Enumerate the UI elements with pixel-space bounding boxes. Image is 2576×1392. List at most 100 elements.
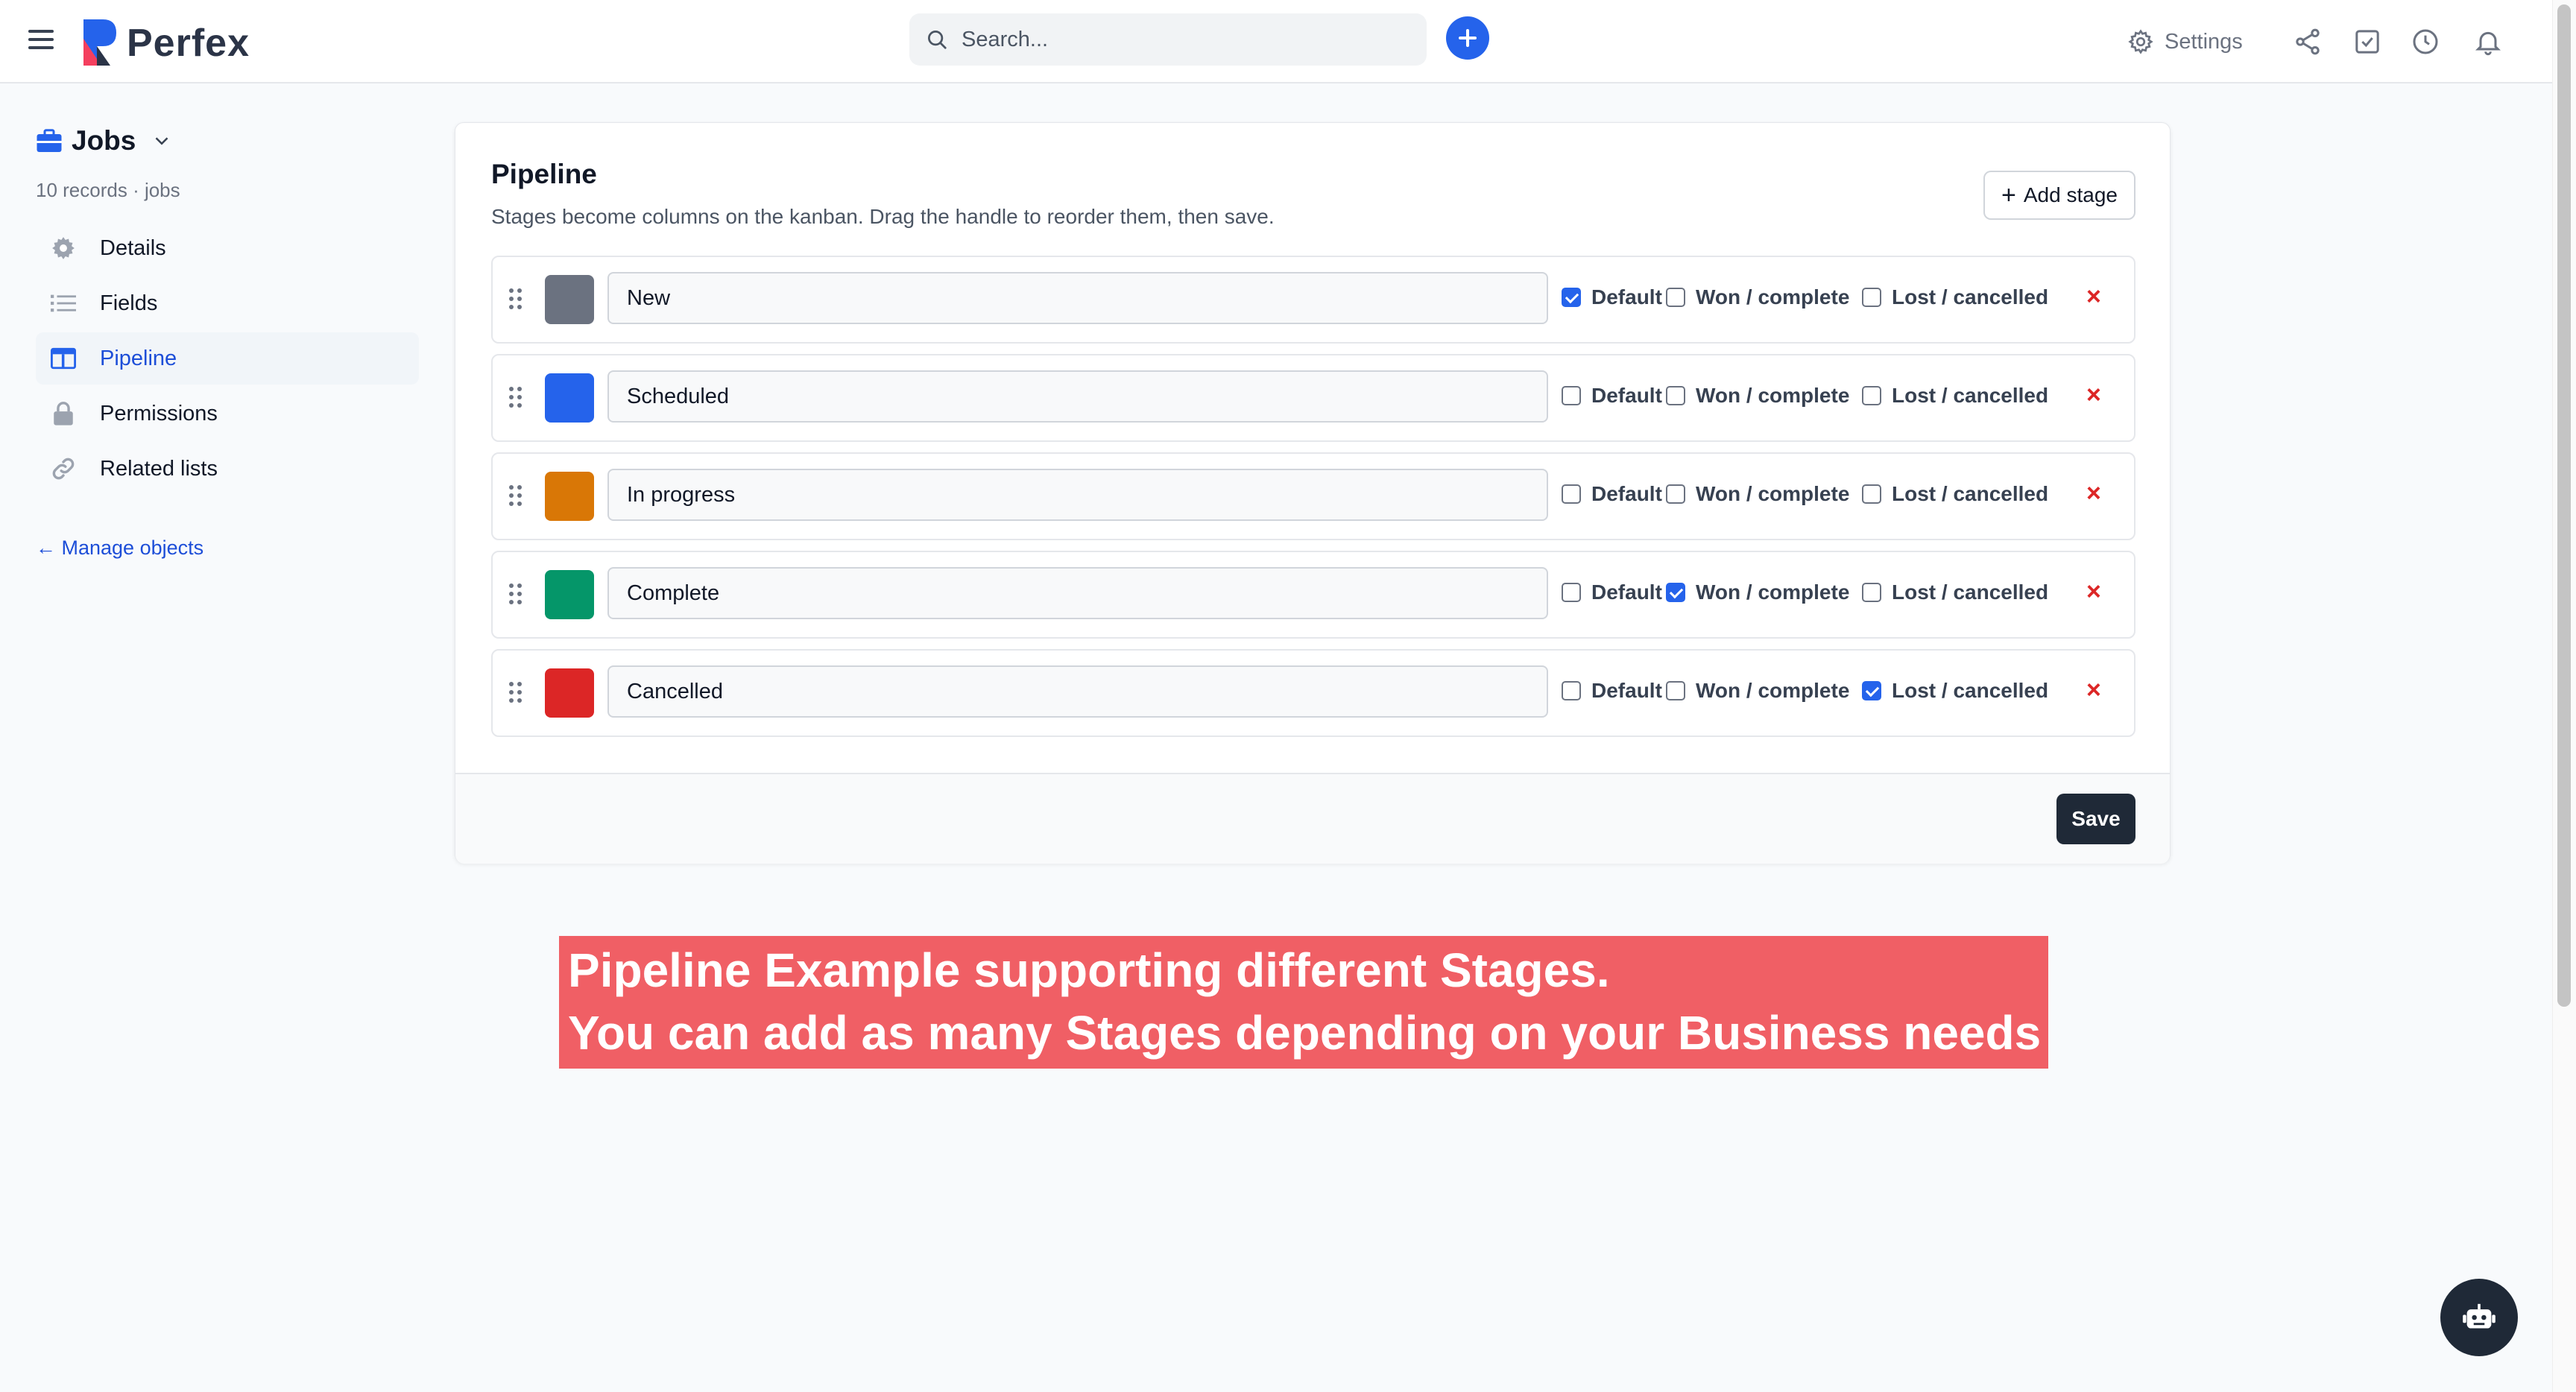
stage-name-input[interactable]: [607, 665, 1548, 718]
object-switcher[interactable]: Jobs: [36, 125, 173, 156]
board-icon: [49, 344, 78, 373]
chatbot-button[interactable]: [2440, 1279, 2518, 1356]
sidebar-item-related-lists[interactable]: Related lists: [36, 443, 419, 495]
lost-checkbox[interactable]: Lost / cancelled: [1862, 285, 2048, 309]
search-input[interactable]: [962, 13, 1409, 66]
sidebar-item-label: Details: [100, 235, 166, 260]
manage-objects-link[interactable]: ← Manage objects: [36, 537, 203, 560]
drag-handle-icon[interactable]: [509, 288, 523, 311]
lost-checkbox[interactable]: Lost / cancelled: [1862, 482, 2048, 506]
logo-icon[interactable]: [80, 16, 118, 69]
default-checkbox[interactable]: Default: [1562, 679, 1662, 703]
checkbox-label: Lost / cancelled: [1892, 384, 2049, 407]
stage-color-swatch[interactable]: [545, 373, 594, 423]
stage-name-input[interactable]: [607, 272, 1548, 324]
checkbox[interactable]: [1862, 386, 1881, 405]
checkbox[interactable]: [1666, 386, 1685, 405]
won-checkbox[interactable]: Won / complete: [1666, 580, 1849, 604]
stage-row: Default Won / complete Lost / cancelled …: [491, 649, 2135, 737]
share-icon[interactable]: [2293, 27, 2323, 57]
app-name[interactable]: Perfex: [127, 21, 250, 66]
stage-name-input[interactable]: [607, 469, 1548, 521]
checkbox-label: Won / complete: [1696, 285, 1850, 309]
sidebar-item-permissions[interactable]: Permissions: [36, 387, 419, 440]
checkbox-label: Won / complete: [1696, 679, 1850, 702]
stage-color-swatch[interactable]: [545, 472, 594, 521]
remove-stage-icon[interactable]: ×: [2086, 381, 2101, 410]
stage-row: Default Won / complete Lost / cancelled …: [491, 354, 2135, 442]
lost-checkbox[interactable]: Lost / cancelled: [1862, 384, 2048, 408]
checkbox-label: Default: [1591, 482, 1662, 505]
drag-handle-icon[interactable]: [509, 387, 523, 409]
won-checkbox[interactable]: Won / complete: [1666, 285, 1849, 309]
lost-checkbox[interactable]: Lost / cancelled: [1862, 580, 2048, 604]
remove-stage-icon[interactable]: ×: [2086, 578, 2101, 607]
clock-icon[interactable]: [2411, 27, 2440, 57]
settings-link[interactable]: Settings: [2127, 25, 2243, 58]
checkbox[interactable]: [1562, 681, 1581, 700]
default-checkbox[interactable]: Default: [1562, 384, 1662, 408]
stage-name-input[interactable]: [607, 567, 1548, 619]
stage-color-swatch[interactable]: [545, 668, 594, 718]
stage-color-swatch[interactable]: [545, 275, 594, 324]
search-icon: [928, 31, 947, 49]
remove-stage-icon[interactable]: ×: [2086, 479, 2101, 508]
default-checkbox[interactable]: Default: [1562, 482, 1662, 506]
lost-checkbox[interactable]: Lost / cancelled: [1862, 679, 2048, 703]
checkbox[interactable]: [1862, 681, 1881, 700]
drag-handle-icon[interactable]: [509, 485, 523, 507]
menu-icon[interactable]: [28, 30, 54, 52]
sidebar-item-fields[interactable]: Fields: [36, 277, 419, 329]
bell-icon[interactable]: [2473, 27, 2503, 57]
sidebar-item-label: Fields: [100, 291, 158, 315]
search-box[interactable]: [909, 13, 1427, 66]
checkbox[interactable]: [1666, 681, 1685, 700]
stage-name-input[interactable]: [607, 370, 1548, 423]
checkbox-label: Won / complete: [1696, 384, 1850, 407]
default-checkbox[interactable]: Default: [1562, 285, 1662, 309]
checkbox-label: Default: [1591, 384, 1662, 407]
drag-handle-icon[interactable]: [509, 682, 523, 704]
add-stage-button[interactable]: + Add stage: [1983, 171, 2135, 220]
checkbox[interactable]: [1562, 583, 1581, 602]
remove-stage-icon[interactable]: ×: [2086, 676, 2101, 705]
drag-handle-icon[interactable]: [509, 583, 523, 606]
sidebar-item-label: Permissions: [100, 401, 218, 425]
stage-list: Default Won / complete Lost / cancelled …: [491, 256, 2135, 747]
checkbox-label: Default: [1591, 285, 1662, 309]
checkbox[interactable]: [1562, 484, 1581, 504]
won-checkbox[interactable]: Won / complete: [1666, 384, 1849, 408]
checkbox[interactable]: [1862, 288, 1881, 307]
checkbox-label: Lost / cancelled: [1892, 580, 2049, 604]
quick-create-button[interactable]: [1446, 16, 1489, 60]
checkbox-label: Won / complete: [1696, 482, 1850, 505]
won-checkbox[interactable]: Won / complete: [1666, 679, 1849, 703]
checkbox[interactable]: [1562, 386, 1581, 405]
checkbox[interactable]: [1862, 484, 1881, 504]
sidebar-item-details[interactable]: Details: [36, 222, 419, 274]
stage-row: Default Won / complete Lost / cancelled …: [491, 452, 2135, 540]
save-button[interactable]: Save: [2056, 794, 2135, 844]
sidebar-item-label: Related lists: [100, 456, 218, 481]
remove-stage-icon[interactable]: ×: [2086, 282, 2101, 311]
stage-color-swatch[interactable]: [545, 570, 594, 619]
won-checkbox[interactable]: Won / complete: [1666, 482, 1849, 506]
object-subtitle: 10 records · jobs: [36, 179, 180, 201]
lock-icon: [49, 399, 78, 428]
checkbox[interactable]: [1562, 288, 1581, 307]
sidebar-item-label: Pipeline: [100, 346, 177, 370]
checkbox[interactable]: [1666, 288, 1685, 307]
chevron-down-icon[interactable]: [151, 130, 173, 152]
scrollbar-thumb[interactable]: [2557, 4, 2571, 1007]
checkbox[interactable]: [1666, 583, 1685, 602]
object-title: Jobs: [72, 125, 136, 156]
default-checkbox[interactable]: Default: [1562, 580, 1662, 604]
checkbox[interactable]: [1862, 583, 1881, 602]
add-stage-label: Add stage: [2023, 183, 2118, 206]
task-check-icon[interactable]: [2352, 27, 2382, 57]
checkbox[interactable]: [1666, 484, 1685, 504]
page-title: Pipeline: [491, 159, 597, 189]
page-description: Stages become columns on the kanban. Dra…: [491, 205, 1275, 228]
object-nav: Details Fields Pipeline Permissions Rela…: [36, 222, 419, 498]
sidebar-item-pipeline[interactable]: Pipeline: [36, 332, 419, 385]
